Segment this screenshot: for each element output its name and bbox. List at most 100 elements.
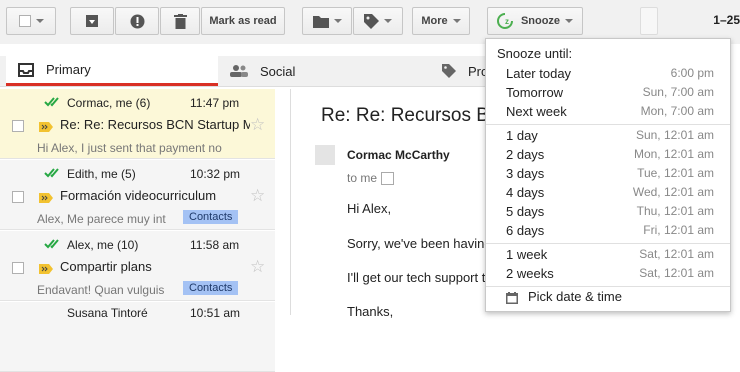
select-all-checkbox[interactable] <box>18 15 31 27</box>
option-label: 4 days <box>506 185 545 200</box>
tab-social[interactable]: Social <box>230 56 420 86</box>
option-time: 6:00 pm <box>670 66 714 80</box>
snooze-option-2-days[interactable]: 2 days Mon, 12:01 am <box>486 146 730 165</box>
menu-divider <box>486 286 730 287</box>
snooze-menu-title: Snooze until: <box>497 46 573 61</box>
sender-names: Alex, me (10) <box>67 238 139 252</box>
option-label: 5 days <box>506 204 545 219</box>
option-label: 1 week <box>506 247 548 262</box>
message-body-line: Hi Alex, <box>347 201 392 216</box>
table-row[interactable]: Susana Tintoré 10:51 am <box>0 302 275 372</box>
important-marker-icon[interactable] <box>39 193 53 203</box>
option-label: Next week <box>506 104 567 119</box>
snooze-option-4-days[interactable]: 4 days Wed, 12:01 am <box>486 184 730 203</box>
important-marker-icon[interactable] <box>39 264 53 274</box>
chevron-down-icon <box>333 19 342 23</box>
table-row[interactable]: Edith, me (5) 10:32 pm Formación videocu… <box>0 160 275 230</box>
more-button[interactable]: More <box>412 7 470 35</box>
email-snippet: Hi Alex, I just sent that payment no <box>37 141 222 155</box>
email-subject: Compartir plans <box>60 259 152 274</box>
report-spam-icon <box>130 14 144 28</box>
menu-divider <box>486 124 730 125</box>
pick-date-time-option[interactable]: Pick date & time <box>486 288 730 308</box>
table-row[interactable]: Alex, me (10) 11:58 am Compartir plans ☆… <box>0 231 275 301</box>
option-label: Pick date & time <box>528 289 622 304</box>
tag-icon <box>442 64 456 78</box>
folder-icon <box>312 15 329 28</box>
sender-names: Edith, me (5) <box>67 167 136 181</box>
chevron-down-icon <box>452 19 461 23</box>
table-row[interactable]: Cormac, me (6) 11:47 pm Re: Re: Recursos… <box>0 89 275 159</box>
email-subject: Formación videocurriculum <box>60 188 217 203</box>
snooze-icon: z <box>496 13 513 29</box>
snooze-option-3-days[interactable]: 3 days Tue, 12:01 am <box>486 165 730 184</box>
row-checkbox[interactable] <box>12 191 24 203</box>
mark-as-read-label: Mark as read <box>209 15 277 27</box>
mark-as-read-button[interactable]: Mark as read <box>201 7 285 35</box>
option-time: Thu, 12:01 am <box>636 204 714 218</box>
archive-button[interactable] <box>70 7 114 35</box>
email-snippet: Alex, Me parece muy int <box>37 212 166 226</box>
tab-primary[interactable]: Primary <box>6 56 218 86</box>
snooze-option-2-weeks[interactable]: 2 weeks Sat, 12:01 am <box>486 265 730 284</box>
option-label: 1 day <box>506 128 538 143</box>
tab-label: Social <box>260 63 296 79</box>
delete-button[interactable] <box>160 7 200 35</box>
snooze-option-1-week[interactable]: 1 week Sat, 12:01 am <box>486 246 730 265</box>
people-icon <box>230 65 248 77</box>
double-check-icon <box>44 239 59 249</box>
important-marker-icon[interactable] <box>39 122 53 132</box>
message-body-line: Thanks, <box>347 304 394 319</box>
option-time: Mon, 7:00 am <box>640 104 714 118</box>
snooze-option-6-days[interactable]: 6 days Fri, 12:01 am <box>486 222 730 241</box>
row-checkbox[interactable] <box>12 262 24 274</box>
option-time: Fri, 12:01 am <box>643 223 714 237</box>
email-snippet: Endavant! Quan vulguis <box>37 283 165 297</box>
row-checkbox[interactable] <box>12 120 24 132</box>
sender-names: Susana Tintoré <box>67 306 148 320</box>
message-recipients[interactable]: to me <box>347 171 395 186</box>
option-label: 2 weeks <box>506 266 554 281</box>
label-chip[interactable]: Contacts <box>183 281 239 295</box>
snooze-option-later-today[interactable]: Later today 6:00 pm <box>486 65 730 84</box>
report-spam-button[interactable] <box>115 7 159 35</box>
tag-icon <box>364 13 379 29</box>
recipients-label: to me <box>347 171 378 185</box>
message-body-line: I'll get our tech support te <box>347 270 493 285</box>
chevron-down-icon[interactable] <box>381 172 395 186</box>
chevron-down-icon <box>565 19 574 23</box>
tab-promotions[interactable]: Pro <box>442 56 490 86</box>
message-subject: Re: Re: Recursos BC <box>321 105 503 126</box>
page-count: 1–25 <box>713 13 740 27</box>
snooze-option-next-week[interactable]: Next week Mon, 7:00 am <box>486 103 730 122</box>
message-sender[interactable]: Cormac McCarthy <box>347 148 450 162</box>
snooze-option-5-days[interactable]: 5 days Thu, 12:01 am <box>486 203 730 222</box>
email-list: Cormac, me (6) 11:47 pm Re: Re: Recursos… <box>0 89 275 372</box>
snooze-button[interactable]: z Snooze <box>487 7 583 35</box>
tab-label: Primary <box>46 62 91 77</box>
email-subject: Re: Re: Recursos BCN Startup M <box>60 117 250 132</box>
snooze-option-1-day[interactable]: 1 day Sun, 12:01 am <box>486 127 730 146</box>
move-to-button[interactable] <box>302 7 352 35</box>
option-time: Wed, 12:01 am <box>632 185 714 199</box>
calendar-icon <box>506 292 518 304</box>
option-time: Sun, 12:01 am <box>635 128 714 142</box>
sender-names: Cormac, me (6) <box>67 96 151 110</box>
star-icon[interactable]: ☆ <box>250 115 265 135</box>
label-chip[interactable]: Contacts <box>183 210 239 224</box>
email-time: 10:32 pm <box>190 167 241 181</box>
hidden-button[interactable] <box>640 7 658 35</box>
snooze-option-tomorrow[interactable]: Tomorrow Sun, 7:00 am <box>486 84 730 103</box>
labels-button[interactable] <box>353 7 403 35</box>
chevron-down-icon <box>35 19 44 23</box>
option-time: Sat, 12:01 am <box>639 247 714 261</box>
avatar <box>315 145 335 165</box>
option-label: Tomorrow <box>506 85 564 100</box>
category-tabs: Primary Social Pro <box>0 56 490 87</box>
star-icon[interactable]: ☆ <box>250 186 265 206</box>
select-all-button[interactable] <box>6 7 56 35</box>
snooze-label: Snooze <box>520 15 561 27</box>
inbox-icon <box>18 62 34 77</box>
svg-text:z: z <box>505 17 509 26</box>
star-icon[interactable]: ☆ <box>250 257 265 277</box>
